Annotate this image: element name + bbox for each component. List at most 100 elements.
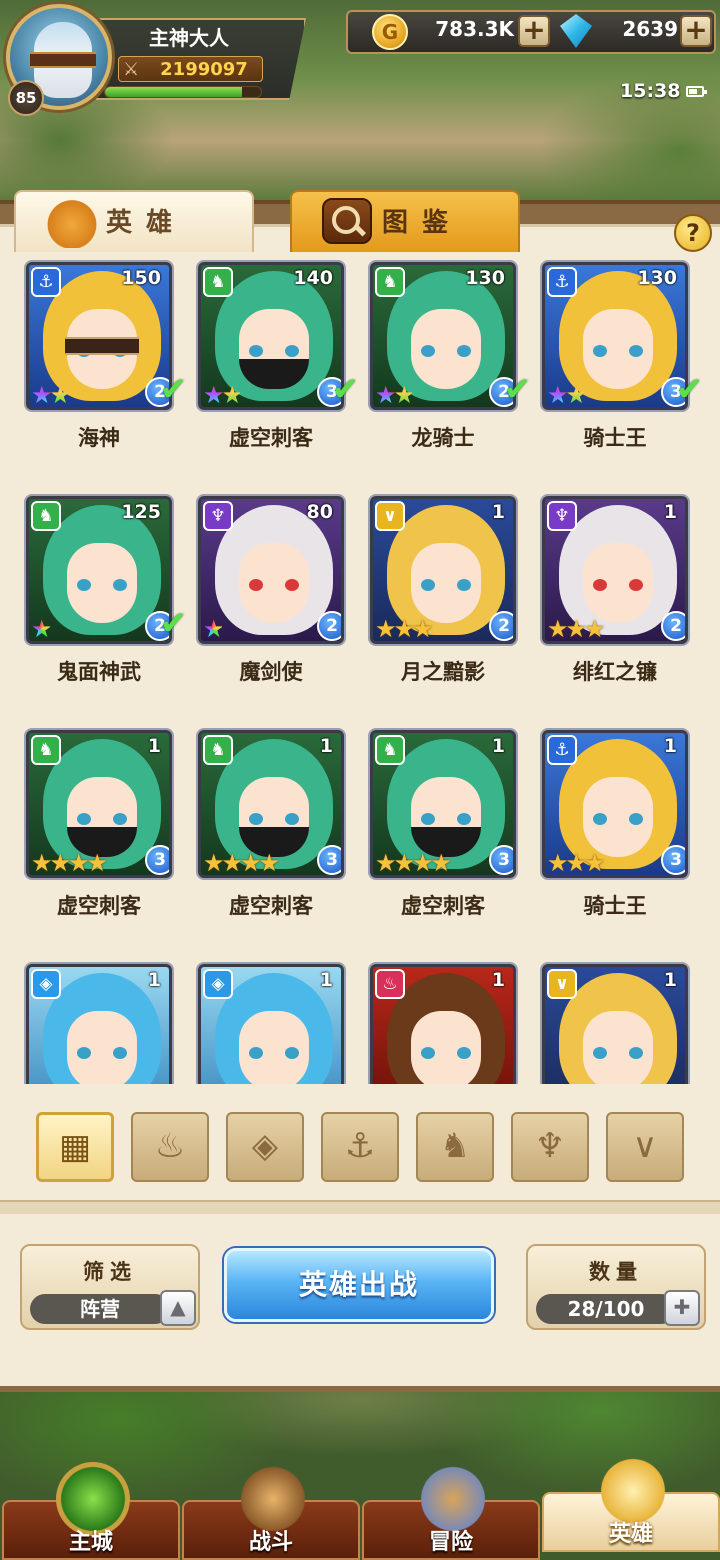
hero-eye: [593, 579, 607, 591]
hero-eye: [421, 813, 435, 825]
faction-filter-button[interactable]: ▦: [36, 1112, 114, 1182]
hero-portrait[interactable]: ♞ 1 ★★★★ 3: [370, 730, 516, 878]
star-rating: ★★: [203, 381, 243, 409]
faction-light-icon: ∨: [375, 501, 405, 531]
faction-filter-button[interactable]: ♆: [511, 1112, 589, 1182]
hero-portrait[interactable]: ⚓ 150 ★★ 2: [26, 262, 172, 410]
tier-badge: 3: [489, 845, 513, 875]
star-rating: ★★: [547, 381, 587, 409]
faction-beast-icon: ♞: [375, 267, 405, 297]
hero-portrait[interactable]: ♞ 1 ★★★★ 3: [198, 730, 344, 878]
gold-coin-icon: G: [372, 14, 408, 50]
hero-name: 鬼面神武: [57, 660, 141, 684]
exp-bar: [104, 86, 262, 98]
hero-card[interactable]: ♨ 1: [370, 964, 520, 1084]
hero-card[interactable]: ♞ 1 ★★★★ 3 虚空刺客: [198, 730, 348, 930]
faction-filter-button[interactable]: ♞: [416, 1112, 494, 1182]
hero-portrait[interactable]: ∨ 1 ★★★ 2: [370, 496, 516, 644]
hero-portrait[interactable]: ◈ 1: [198, 964, 344, 1084]
hero-eye: [457, 579, 471, 591]
nav-label: 英雄: [608, 1522, 653, 1547]
hero-level: 1: [491, 735, 505, 757]
hero-eye: [285, 1047, 299, 1059]
hero-level: 1: [491, 969, 505, 991]
hero-level: 150: [121, 267, 161, 289]
hero-card[interactable]: ♞ 125 ★ 2 ✔ 鬼面神武: [26, 496, 187, 696]
nav-item[interactable]: 英雄: [542, 1454, 720, 1552]
hero-card[interactable]: ◈ 1: [26, 964, 176, 1084]
faction-beast-icon: ♞: [375, 735, 405, 765]
hero-card[interactable]: ♞ 140 ★★ 3 ✔ 虚空刺客: [198, 262, 359, 462]
hero-card[interactable]: ∨ 1 ★★★ 2 月之黯影: [370, 496, 520, 696]
star-rating: ★★★: [375, 615, 434, 643]
nav-item[interactable]: 冒险: [362, 1462, 540, 1560]
tab-codex[interactable]: 图鉴: [290, 190, 520, 252]
tier-badge: 2: [489, 611, 513, 641]
hero-eye: [593, 813, 607, 825]
expand-capacity-button[interactable]: ✚: [664, 1290, 700, 1326]
faction-filter-button[interactable]: ♨: [131, 1112, 209, 1182]
deploy-heroes-button[interactable]: 英雄出战: [224, 1248, 494, 1322]
hero-level: 1: [319, 969, 333, 991]
hero-card[interactable]: ♆ 80 ★ 2 魔剑使: [198, 496, 348, 696]
tier-badge: 2: [661, 611, 685, 641]
hero-name: 月之黯影: [401, 660, 485, 684]
helmet-icon: [44, 196, 100, 248]
gem-value: 2639: [622, 17, 678, 41]
add-gems-button[interactable]: +: [680, 15, 712, 47]
nav-item[interactable]: 战斗: [182, 1462, 360, 1560]
clock: 15:38: [620, 80, 681, 102]
faction-filter-button[interactable]: ∨: [606, 1112, 684, 1182]
hero-portrait[interactable]: ♞ 125 ★ 2: [26, 496, 172, 644]
hero-portrait[interactable]: ♞ 130 ★★ 2: [370, 262, 516, 410]
filter-faction-select[interactable]: 阵营: [30, 1294, 170, 1324]
hero-eye: [77, 579, 91, 591]
hero-grid[interactable]: ⚓ 150 ★★ 2 ✔ 海神 ♞ 140 ★★ 3 ✔ 虚空刺客 ♞ 130 …: [0, 256, 720, 1084]
hero-portrait[interactable]: ⚓ 1 ★★★ 3: [542, 730, 688, 878]
faction-filter-button[interactable]: ⚓: [321, 1112, 399, 1182]
hero-portrait[interactable]: ♞ 1 ★★★★ 3: [26, 730, 172, 878]
hero-blindfold: [65, 337, 139, 355]
fire-icon: ♨: [154, 1126, 186, 1166]
anchor-icon: ⚓: [344, 1126, 376, 1166]
hero-card[interactable]: ∨ 1: [542, 964, 692, 1084]
filter-title: 筛选: [83, 1260, 137, 1284]
combat-power-value: 2199097: [160, 59, 248, 80]
bottom-nav: 主城 战斗 冒险 英雄: [0, 1440, 720, 1560]
hero-portrait[interactable]: ⚓ 130 ★★ 3: [542, 262, 688, 410]
hero-card[interactable]: ◈ 1: [198, 964, 348, 1084]
help-button[interactable]: ?: [674, 214, 712, 252]
faction-filter-button[interactable]: ◈: [226, 1112, 304, 1182]
star-rating: ★★★★: [31, 849, 108, 877]
hero-card[interactable]: ♞ 1 ★★★★ 3 虚空刺客: [370, 730, 520, 930]
faction-beast-icon: ♞: [31, 735, 61, 765]
hero-name: 虚空刺客: [229, 426, 313, 450]
hero-card[interactable]: ♞ 1 ★★★★ 3 虚空刺客: [26, 730, 176, 930]
hero-portrait[interactable]: ♆ 80 ★ 2: [198, 496, 344, 644]
hero-portrait[interactable]: ∨ 1: [542, 964, 688, 1084]
faction-demon-icon: ♆: [203, 501, 233, 531]
add-gold-button[interactable]: +: [518, 15, 550, 47]
avatar-blindfold: [30, 52, 96, 68]
hero-eye: [77, 813, 91, 825]
hero-card[interactable]: ⚓ 1 ★★★ 3 骑士王: [542, 730, 692, 930]
hero-card[interactable]: ⚓ 130 ★★ 3 ✔ 骑士王: [542, 262, 703, 462]
nav-item[interactable]: 主城: [2, 1462, 180, 1560]
hero-portrait[interactable]: ♞ 140 ★★ 3: [198, 262, 344, 410]
hero-portrait[interactable]: ♨ 1: [370, 964, 516, 1084]
hero-portrait[interactable]: ♆ 1 ★★★ 2: [542, 496, 688, 644]
star-rating: ★★: [375, 381, 415, 409]
tab-heroes[interactable]: 英雄: [14, 190, 254, 252]
hero-name: 骑士王: [583, 426, 647, 450]
hero-card[interactable]: ⚓ 150 ★★ 2 ✔ 海神: [26, 262, 187, 462]
hero-eye: [629, 579, 643, 591]
tab-heroes-label: 英雄: [106, 208, 187, 238]
filter-toggle-button[interactable]: ▲: [160, 1290, 196, 1326]
hero-portrait[interactable]: ◈ 1: [26, 964, 172, 1084]
hero-card[interactable]: ♆ 1 ★★★ 2 绯红之镰: [542, 496, 692, 696]
hero-card[interactable]: ♞ 130 ★★ 2 ✔ 龙骑士: [370, 262, 531, 462]
player-name: 主神大人: [149, 26, 229, 50]
hero-level: 1: [147, 969, 161, 991]
hero-eye: [249, 579, 263, 591]
hero-eye: [113, 579, 127, 591]
